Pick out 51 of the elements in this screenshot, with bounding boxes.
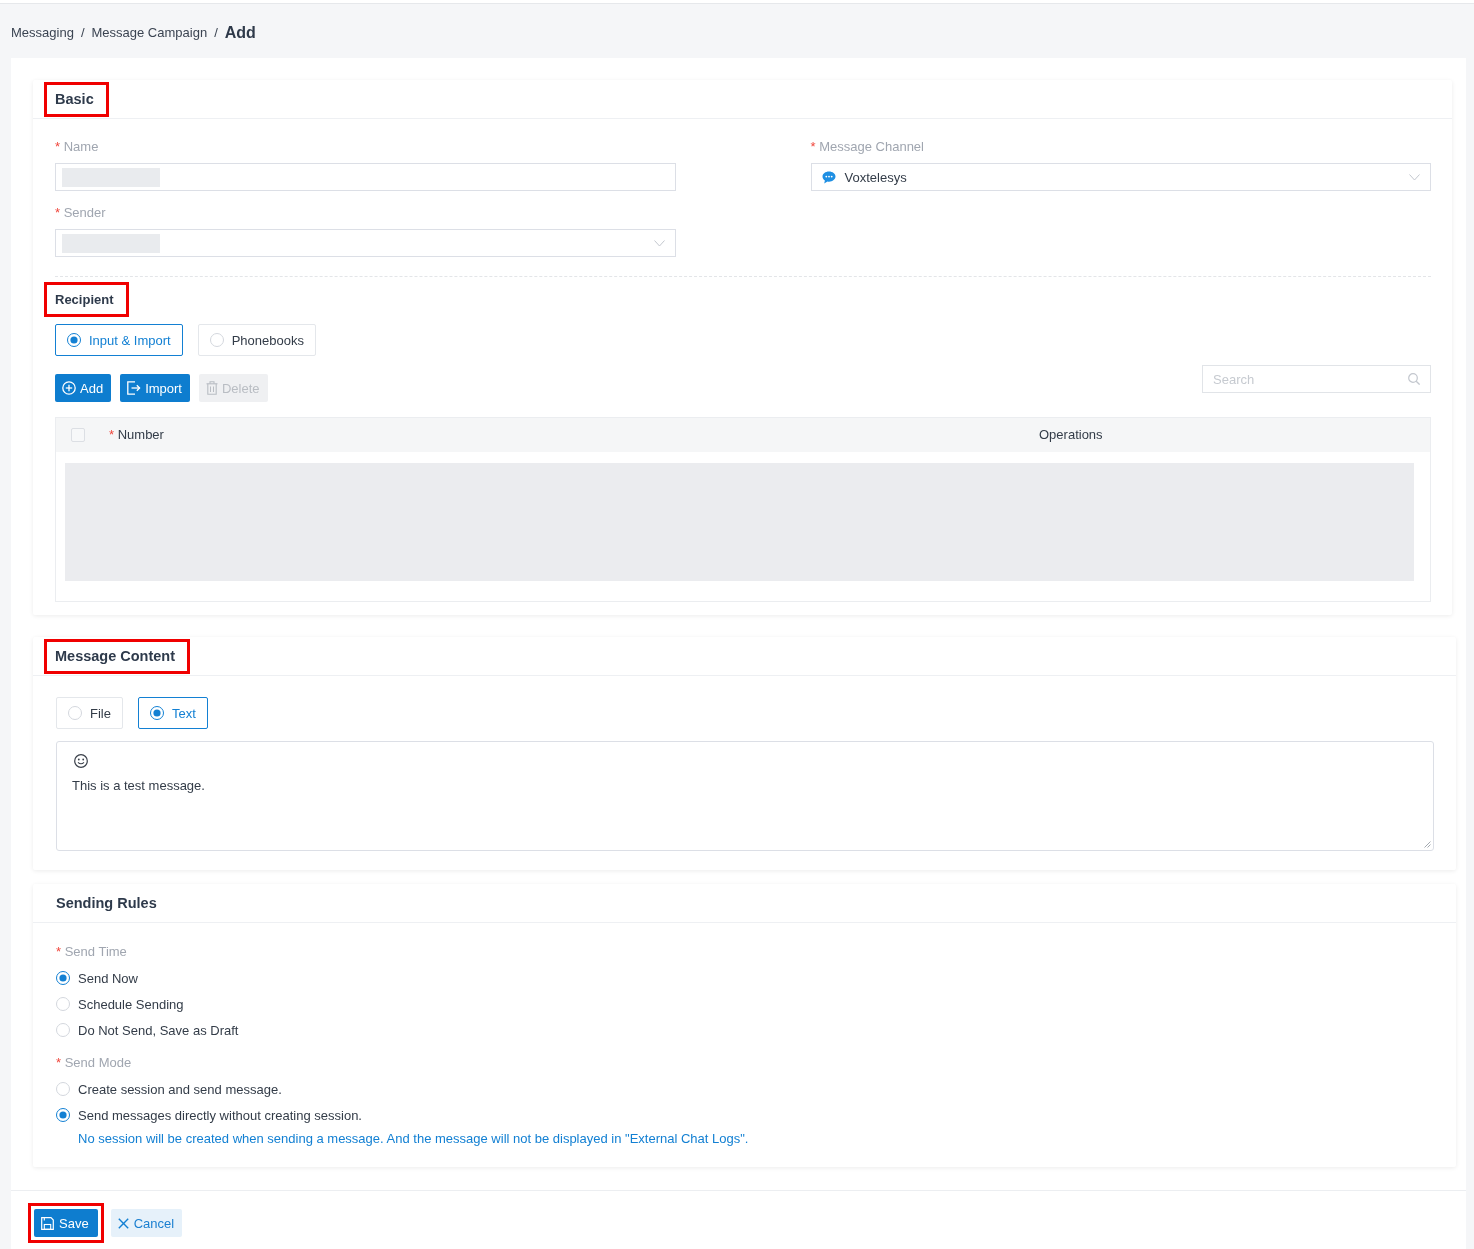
arrow-box-icon	[127, 381, 142, 395]
field-label: * Send Mode	[56, 1055, 133, 1071]
section-title: Sending Rules	[55, 893, 158, 913]
checkbox[interactable]	[71, 428, 85, 442]
radio-button[interactable]: File	[56, 697, 123, 729]
section-title: Message Content	[54, 646, 177, 666]
add-button[interactable]: Add	[55, 374, 112, 402]
breadcrumb-link[interactable]: Message Campaign	[91, 23, 208, 43]
radio-option[interactable]: Create session and send message.	[56, 1076, 282, 1102]
radio-button[interactable]: Phonebooks	[197, 324, 316, 356]
breadcrumb-current: Add	[224, 23, 256, 43]
save-button[interactable]: Save	[34, 1209, 98, 1237]
column-header: Operations	[1038, 427, 1104, 443]
field-label: * Sender	[55, 205, 107, 221]
dropdown[interactable]: Voxtelesys	[810, 163, 1431, 191]
chat-bubble-icon	[821, 170, 836, 184]
radio-icon	[68, 706, 82, 720]
smiley-icon[interactable]	[74, 754, 88, 768]
radio-icon	[149, 706, 164, 720]
field-label: * Message Channel	[810, 139, 925, 155]
chevron-down-icon	[653, 239, 665, 247]
breadcrumb-separator: /	[80, 24, 85, 42]
radio-button[interactable]: Input & Import	[55, 324, 183, 356]
import-button[interactable]: Import	[120, 374, 190, 402]
radio-icon	[209, 333, 224, 347]
column-header: * Number	[108, 427, 165, 443]
trash-icon	[206, 381, 218, 395]
plus-circle-icon	[62, 381, 76, 395]
radio-option[interactable]: Send messages directly without creating session.	[56, 1102, 362, 1128]
dropdown[interactable]	[55, 229, 676, 257]
breadcrumb-link[interactable]: Messaging	[11, 23, 74, 43]
close-icon	[117, 1217, 129, 1229]
search-field[interactable]: Search	[1202, 365, 1431, 393]
message-editor[interactable]: This is a test message.	[56, 741, 1434, 851]
section-title: Basic	[54, 89, 95, 109]
resize-grip-icon[interactable]	[1424, 841, 1431, 848]
field-label: * Name	[55, 139, 100, 155]
radio-button[interactable]: Text	[137, 697, 208, 729]
radio-option[interactable]: Schedule Sending	[56, 991, 184, 1017]
radio-option[interactable]: Do Not Send, Save as Draft	[56, 1017, 239, 1043]
radio-option[interactable]: Send Now	[56, 965, 138, 991]
search-icon	[1408, 373, 1420, 385]
chevron-down-icon	[1409, 173, 1420, 181]
cancel-button[interactable]: Cancel	[110, 1209, 183, 1237]
hint-text: No session will be created when sending a message. And the message will not be displayed in "External Chat Logs".	[77, 1131, 750, 1147]
breadcrumb-separator: /	[214, 24, 218, 42]
field-label: * Send Time	[56, 944, 128, 960]
section-title: Recipient	[54, 291, 115, 309]
radio-icon	[67, 333, 81, 347]
message-input[interactable]: This is a test message.	[72, 777, 1418, 831]
text-input[interactable]	[55, 163, 676, 191]
